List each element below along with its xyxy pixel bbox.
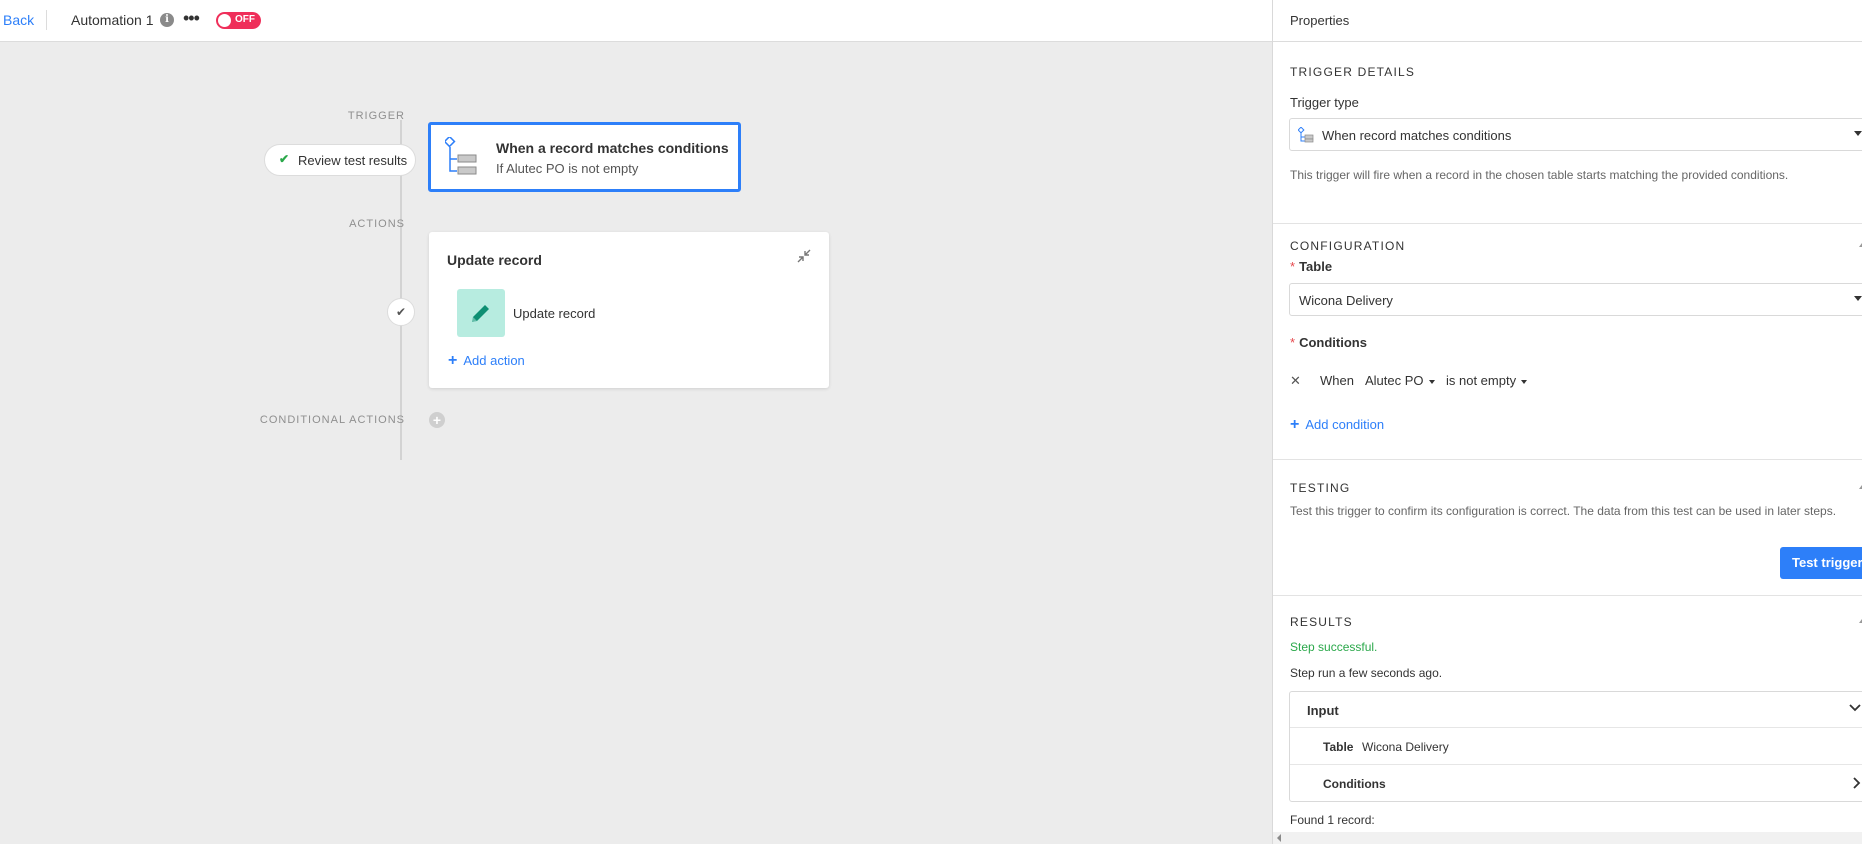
conditions-label: * Conditions: [1290, 335, 1367, 350]
conditions-label-text: Conditions: [1299, 335, 1367, 350]
testing-section: TESTING Test this trigger to confirm its…: [1273, 460, 1862, 596]
step-run-time: Step run a few seconds ago.: [1290, 666, 1443, 680]
automation-title[interactable]: Automation 1: [71, 12, 154, 28]
table-label-text: Table: [1299, 259, 1333, 274]
panel-header: Properties: [1273, 0, 1862, 42]
input-table-value: Wicona Delivery: [1362, 740, 1449, 754]
chevron-down-icon: [1854, 296, 1862, 301]
actions-section-label: ACTIONS: [349, 218, 405, 230]
action-card-title: Update record: [447, 252, 542, 268]
pencil-icon: [472, 305, 489, 322]
toggle-label: OFF: [235, 14, 255, 25]
condition-when-label: When: [1320, 373, 1354, 388]
add-action-label: Add action: [463, 353, 525, 368]
plus-icon: +: [1290, 416, 1300, 433]
required-marker: *: [1290, 335, 1296, 350]
testing-heading: TESTING: [1290, 481, 1351, 495]
action-card[interactable]: Update record Update record + Add action: [429, 232, 829, 388]
add-conditional-action-icon[interactable]: +: [429, 412, 445, 428]
collapse-icon[interactable]: [796, 248, 812, 264]
table-select-value: Wicona Delivery: [1299, 293, 1393, 308]
chevron-right-icon: [1853, 777, 1861, 789]
step-status-check-icon: ✔: [387, 298, 415, 326]
input-table-row: Table Wicona Delivery: [1290, 729, 1862, 765]
table-select[interactable]: Wicona Delivery: [1289, 283, 1862, 316]
chevron-down-icon: [1428, 379, 1435, 384]
topbar-divider: [46, 10, 47, 30]
plus-icon: +: [448, 352, 458, 369]
step-status: Step successful.: [1290, 640, 1378, 654]
properties-panel: Properties TRIGGER DETAILS Trigger type …: [1272, 0, 1862, 844]
input-conditions-row[interactable]: Conditions: [1290, 766, 1862, 802]
condition-operator-value: is not empty: [1446, 373, 1517, 388]
testing-help: Test this trigger to confirm its configu…: [1290, 504, 1837, 518]
trigger-type-icon: [1298, 127, 1314, 143]
chevron-down-icon: [1849, 704, 1861, 712]
add-condition-button[interactable]: + Add condition: [1290, 416, 1384, 434]
input-header[interactable]: Input: [1290, 692, 1862, 728]
condition-field-dropdown[interactable]: Alutec PO: [1365, 373, 1435, 388]
results-heading: RESULTS: [1290, 615, 1353, 629]
trigger-card[interactable]: When a record matches conditions If Alut…: [428, 122, 741, 192]
add-action-button[interactable]: + Add action: [448, 352, 525, 370]
back-link[interactable]: Back: [3, 12, 34, 28]
input-conditions-key: Conditions: [1323, 777, 1386, 791]
update-record-step-label: Update record: [513, 306, 596, 321]
check-icon: ✔: [279, 152, 290, 166]
panel-title: Properties: [1290, 13, 1350, 28]
review-test-results-button[interactable]: ✔ Review test results: [264, 144, 416, 176]
automation-toggle[interactable]: OFF: [216, 12, 261, 29]
found-records-label: Found 1 record:: [1290, 813, 1375, 827]
trigger-card-subtitle: If Alutec PO is not empty: [496, 161, 639, 176]
chevron-down-icon: [1521, 379, 1528, 384]
required-marker: *: [1290, 259, 1296, 274]
review-test-results-label: Review test results: [298, 153, 408, 168]
trigger-section-label: TRIGGER: [347, 110, 405, 122]
add-condition-label: Add condition: [1305, 417, 1385, 432]
update-record-step[interactable]: [457, 289, 505, 337]
trigger-type-label: Trigger type: [1290, 95, 1359, 110]
trigger-details-heading: TRIGGER DETAILS: [1290, 65, 1416, 79]
input-results-box: Input Table Wicona Delivery Conditions: [1289, 691, 1862, 802]
trigger-type-help: This trigger will fire when a record in …: [1290, 168, 1789, 182]
close-icon[interactable]: ✕: [1290, 373, 1301, 389]
configuration-heading: CONFIGURATION: [1290, 239, 1406, 253]
top-bar: Back Automation 1 i ••• OFF: [0, 0, 1272, 42]
condition-field-value: Alutec PO: [1365, 373, 1424, 388]
horizontal-scrollbar[interactable]: [1273, 832, 1862, 844]
trigger-type-value: When record matches conditions: [1322, 128, 1512, 143]
input-table-key: Table: [1323, 740, 1354, 754]
input-label: Input: [1307, 703, 1339, 718]
condition-operator-dropdown[interactable]: is not empty: [1446, 373, 1528, 388]
trigger-conditions-icon: [445, 137, 477, 175]
test-trigger-button[interactable]: Test trigger: [1780, 547, 1862, 579]
info-icon[interactable]: i: [160, 13, 174, 27]
automation-canvas: TRIGGER ACTIONS CONDITIONAL ACTIONS ✔ Re…: [0, 42, 1272, 844]
trigger-card-title: When a record matches conditions: [496, 140, 729, 156]
chevron-down-icon: [1854, 131, 1862, 136]
conditional-actions-label: CONDITIONAL ACTIONS: [259, 414, 405, 426]
trigger-type-select[interactable]: When record matches conditions: [1289, 118, 1862, 151]
trigger-details-section: TRIGGER DETAILS Trigger type When record…: [1273, 42, 1862, 224]
toggle-knob: [218, 14, 231, 27]
more-icon[interactable]: •••: [183, 8, 200, 29]
scroll-left-icon[interactable]: [1277, 834, 1281, 842]
table-label: * Table: [1290, 259, 1332, 274]
